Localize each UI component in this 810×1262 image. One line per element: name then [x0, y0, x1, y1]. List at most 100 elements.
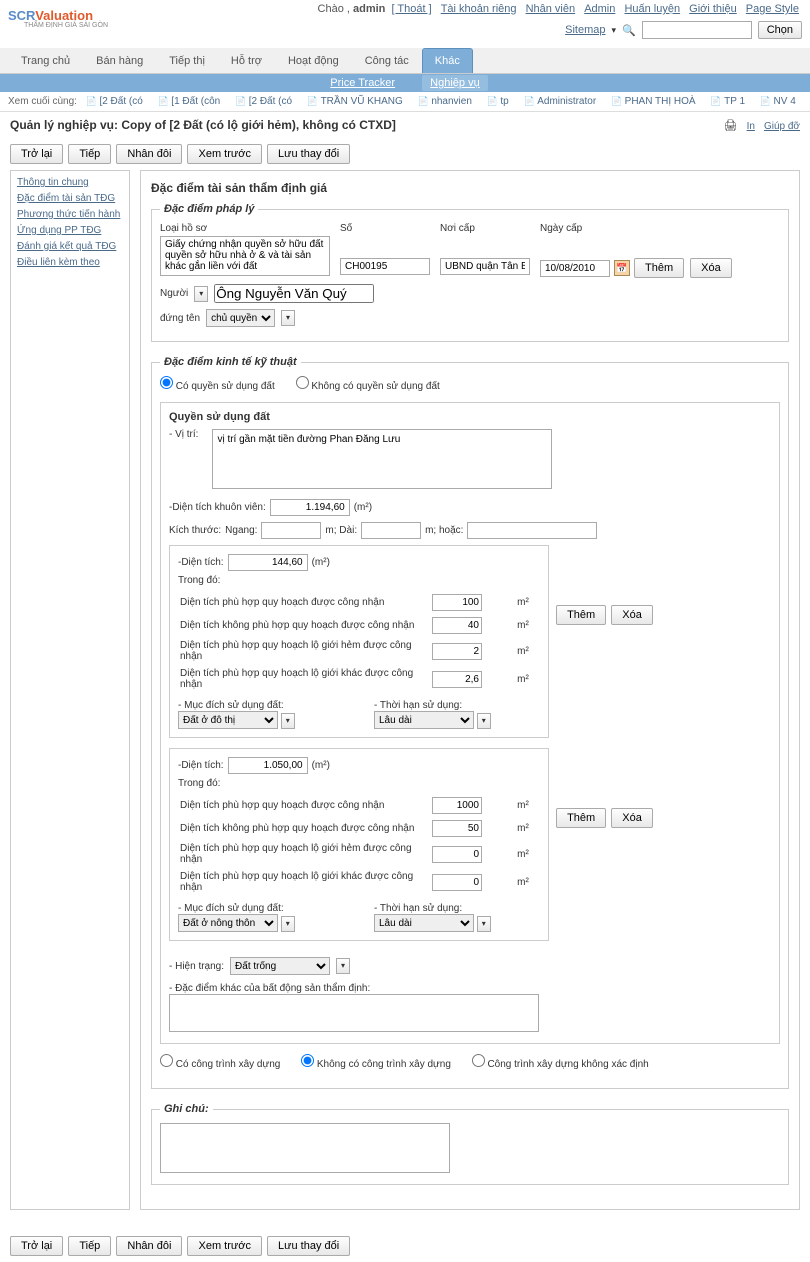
tab-other[interactable]: Khác — [422, 48, 473, 73]
recent-item[interactable]: TP 1 — [710, 96, 745, 107]
training-link[interactable]: Huấn luyện — [624, 3, 680, 15]
has-building-radio[interactable] — [160, 1054, 173, 1067]
sidenav-property-features[interactable]: Đặc điểm tài sản TĐG — [17, 193, 123, 204]
calendar-icon[interactable]: 📅 — [614, 260, 630, 276]
no-building-radio[interactable] — [301, 1054, 314, 1067]
back-button[interactable]: Trở lại — [10, 1236, 63, 1256]
subnav-pricetracker[interactable]: Price Tracker — [322, 75, 403, 91]
has-land-right-radio[interactable] — [160, 376, 173, 389]
owner-name-input[interactable] — [214, 284, 374, 303]
delete-area-button[interactable]: Xóa — [611, 808, 653, 828]
other-features-textarea[interactable] — [169, 994, 539, 1032]
admin-link[interactable]: Admin — [584, 3, 615, 15]
tab-sales[interactable]: Bán hàng — [83, 48, 156, 73]
location-textarea[interactable]: vị trí gần mặt tiền đường Phan Đăng Lưu — [212, 429, 552, 489]
dropdown-icon[interactable]: ▾ — [281, 713, 295, 729]
sidenav-method[interactable]: Phương thức tiến hành — [17, 209, 123, 220]
sitemap-link[interactable]: Sitemap — [565, 24, 605, 36]
account-link[interactable]: Tài khoản riêng — [441, 3, 517, 15]
tab-support[interactable]: Hỗ trợ — [218, 48, 275, 73]
add-area-button[interactable]: Thêm — [556, 808, 606, 828]
preview-button[interactable]: Xem trước — [187, 144, 261, 164]
search-button[interactable]: Chọn — [758, 21, 802, 39]
or-label: m; hoặc: — [425, 525, 463, 536]
about-link[interactable]: Giới thiệu — [689, 3, 737, 15]
print-icon: 🖨 — [724, 120, 738, 132]
recent-item[interactable]: PHAN THỊ HOÀ — [611, 96, 696, 107]
preview-button[interactable]: Xem trước — [187, 1236, 261, 1256]
delete-area-button[interactable]: Xóa — [611, 605, 653, 625]
subnav-business[interactable]: Nghiệp vụ — [422, 75, 488, 91]
status-select[interactable]: Đất trống — [230, 957, 330, 975]
no-land-right-radio[interactable] — [296, 376, 309, 389]
dropdown-icon[interactable]: ▾ — [336, 958, 350, 974]
area1-input[interactable] — [228, 554, 308, 571]
ownership-select[interactable]: chủ quyền — [206, 309, 275, 327]
recent-item[interactable]: [1 Đất (côn — [158, 96, 221, 107]
alt-dim-input[interactable] — [467, 522, 597, 539]
tab-work[interactable]: Công tác — [352, 48, 422, 73]
sidenav-attachments[interactable]: Điều liên kèm theo — [17, 257, 123, 268]
save-button[interactable]: Lưu thay đổi — [267, 1236, 350, 1256]
side-nav: Thông tin chung Đặc điểm tài sản TĐG Phư… — [10, 170, 130, 1210]
print-link[interactable]: In — [747, 121, 755, 132]
recent-item[interactable]: [2 Đất (có — [86, 96, 143, 107]
area-block-1: -Diện tích: (m²) Trong đó: Diện tích phù… — [169, 545, 549, 738]
compound-area-input[interactable] — [270, 499, 350, 516]
dropdown-icon[interactable]: ▾ — [477, 916, 491, 932]
other-features-label: - Đặc điểm khác của bất động sản thẩm đị… — [169, 983, 771, 994]
recent-item[interactable]: TRẦN VŨ KHANG — [307, 96, 403, 107]
back-button[interactable]: Trở lại — [10, 144, 63, 164]
next-button[interactable]: Tiếp — [68, 1236, 111, 1256]
land-purpose-select-2[interactable]: Đất ở nông thôn — [178, 914, 278, 932]
pagestyle-link[interactable]: Page Style — [746, 3, 799, 15]
sidenav-evaluate-result[interactable]: Đánh giá kết quả TĐG — [17, 241, 123, 252]
help-link[interactable]: Giúp đỡ — [764, 121, 800, 132]
b2-v4[interactable] — [432, 874, 482, 891]
area2-input[interactable] — [228, 757, 308, 774]
b1-v1[interactable] — [432, 594, 482, 611]
sidenav-apply-method[interactable]: Ứng dụng PP TĐG — [17, 225, 123, 236]
save-button[interactable]: Lưu thay đổi — [267, 144, 350, 164]
b1-v2[interactable] — [432, 617, 482, 634]
sidenav-general[interactable]: Thông tin chung — [17, 177, 123, 188]
delete-doc-button[interactable]: Xóa — [690, 258, 732, 278]
width-input[interactable] — [261, 522, 321, 539]
issued-by-input[interactable] — [440, 258, 530, 275]
search-input[interactable] — [642, 21, 752, 39]
recent-item[interactable]: Administrator — [524, 96, 597, 107]
issue-date-input[interactable] — [540, 260, 610, 277]
b2-v2[interactable] — [432, 820, 482, 837]
duplicate-button[interactable]: Nhân đôi — [116, 144, 182, 164]
number-label: Số — [340, 223, 430, 234]
recent-item[interactable]: tp — [487, 96, 509, 107]
recent-item[interactable]: NV 4 — [760, 96, 796, 107]
dropdown-icon[interactable]: ▾ — [281, 916, 295, 932]
duration-select-2[interactable]: Lâu dài — [374, 914, 474, 932]
logout-link[interactable]: [ Thoát ] — [391, 3, 431, 15]
number-input[interactable] — [340, 258, 430, 275]
add-doc-button[interactable]: Thêm — [634, 258, 684, 278]
notes-textarea[interactable] — [160, 1123, 450, 1173]
tab-activity[interactable]: Hoạt động — [275, 48, 352, 73]
doc-type-textarea[interactable]: Giấy chứng nhận quyền sở hữu đất quyền s… — [160, 236, 330, 276]
dropdown-icon[interactable]: ▾ — [477, 713, 491, 729]
person-dropdown-icon[interactable]: ▾ — [194, 286, 208, 302]
tab-home[interactable]: Trang chủ — [8, 48, 83, 73]
b1-v4[interactable] — [432, 671, 482, 688]
b1-v3[interactable] — [432, 643, 482, 660]
add-area-button[interactable]: Thêm — [556, 605, 606, 625]
tab-marketing[interactable]: Tiếp thị — [156, 48, 218, 73]
land-purpose-select-1[interactable]: Đất ở đô thị — [178, 711, 278, 729]
duration-select-1[interactable]: Lâu dài — [374, 711, 474, 729]
ownership-dropdown-icon[interactable]: ▾ — [281, 310, 295, 326]
staff-link[interactable]: Nhân viên — [526, 3, 576, 15]
next-button[interactable]: Tiếp — [68, 144, 111, 164]
unknown-building-radio[interactable] — [472, 1054, 485, 1067]
b2-v1[interactable] — [432, 797, 482, 814]
recent-item[interactable]: [2 Đất (có — [235, 96, 292, 107]
duplicate-button[interactable]: Nhân đôi — [116, 1236, 182, 1256]
length-input[interactable] — [361, 522, 421, 539]
b2-v3[interactable] — [432, 846, 482, 863]
recent-item[interactable]: nhanvien — [418, 96, 472, 107]
